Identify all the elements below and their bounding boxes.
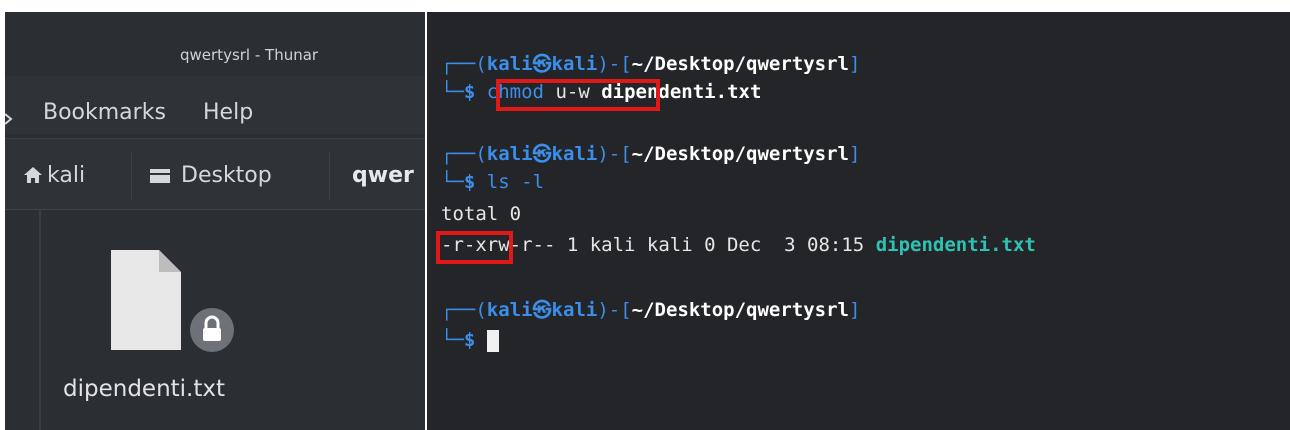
prompt-line: ┌──(kali㉿kali)-[~/Desktop/qwertysrl]: [441, 299, 861, 321]
window-title: qwertysrl - Thunar: [180, 46, 319, 64]
file-name-label[interactable]: dipendenti.txt: [63, 376, 225, 402]
home-icon: [24, 167, 42, 183]
path-home-button[interactable]: kali: [47, 152, 85, 200]
thunar-titlebar: qwertysrl - Thunar: [5, 12, 425, 76]
menu-help[interactable]: Help: [203, 100, 253, 125]
output-listing: -r-xrw-r-- 1 kali kali 0 Dec 3 08:15 dip…: [441, 234, 1036, 256]
output-total: total 0: [441, 203, 522, 225]
terminal-window[interactable]: ┌──(kali㉿kali)-[~/Desktop/qwertysrl] └─$…: [427, 12, 1290, 430]
highlight-box-command: [496, 79, 660, 111]
thunar-window: qwertysrl - Thunar Bookmarks Help kali D…: [5, 12, 425, 430]
menu-arrow-icon: [5, 113, 13, 125]
highlight-box-permissions: [436, 231, 513, 264]
sidebar-divider: [39, 210, 41, 430]
command-line: └─$ ls -l: [441, 171, 545, 193]
text-file-icon[interactable]: [111, 250, 181, 350]
desktop-icon: [150, 169, 170, 183]
text-cursor: [486, 329, 499, 352]
lock-badge: [190, 308, 234, 352]
command-line-active[interactable]: └─$: [441, 328, 499, 352]
lock-icon: [203, 315, 221, 341]
menu-bookmarks[interactable]: Bookmarks: [43, 100, 166, 125]
path-separator: [131, 152, 132, 200]
prompt-line: ┌──(kali㉿kali)-[~/Desktop/qwertysrl]: [441, 143, 861, 165]
path-current-button[interactable]: qwer: [352, 152, 414, 200]
prompt-line: ┌──(kali㉿kali)-[~/Desktop/qwertysrl]: [441, 53, 861, 75]
path-separator: [329, 152, 330, 200]
path-desktop-button[interactable]: Desktop: [181, 152, 272, 200]
